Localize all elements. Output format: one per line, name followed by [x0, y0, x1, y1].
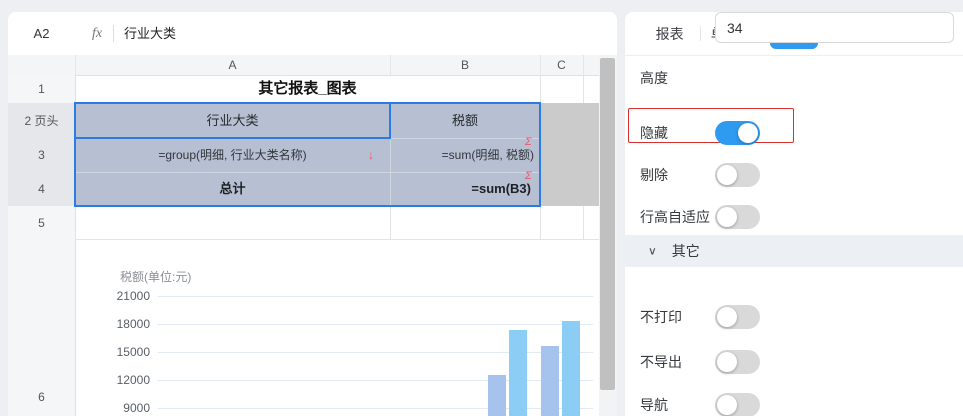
row-header-label: 1 [38, 82, 45, 96]
row-height-autofit-label: 行高自适应 [640, 207, 715, 227]
chart-gridline [158, 324, 593, 325]
row-header-6[interactable]: 6 [8, 240, 76, 416]
tab-report[interactable]: 报表 [639, 19, 700, 49]
y-axis-tick-label: 15000 [100, 345, 150, 359]
no-print-toggle-row: 不打印 [640, 305, 955, 329]
row-height-autofit-toggle[interactable] [715, 205, 760, 229]
y-axis-tick-label: 18000 [100, 317, 150, 331]
column-header-c[interactable]: C [540, 55, 583, 75]
toggle-knob [717, 165, 737, 185]
chart-gridline [158, 408, 593, 409]
height-field-row: 高度 [640, 62, 955, 93]
chart-bar [488, 375, 506, 416]
toggle-knob [717, 307, 737, 327]
select-all-corner[interactable] [8, 55, 76, 75]
column-header-b[interactable]: B [390, 55, 540, 75]
navigation-toggle-row: 导航 [640, 393, 955, 416]
cell-reference-box[interactable]: A2 [8, 12, 75, 55]
no-print-label: 不打印 [640, 307, 715, 327]
row-header-1[interactable]: 1 [8, 75, 76, 104]
hide-label: 隐藏 [640, 123, 715, 143]
other-section-label: 其它 [672, 241, 700, 261]
cell-a3-group-formula[interactable]: =group(明细, 行业大类名称) [75, 138, 390, 172]
tab-label: 报表 [648, 19, 692, 49]
chart-gridline [158, 352, 593, 353]
cell-a1-report-title[interactable]: 其它报表_图表 [75, 75, 540, 103]
y-axis-tick-label: 9000 [100, 401, 150, 415]
chart-bar [509, 330, 527, 416]
row-header-5[interactable]: 5 [8, 206, 76, 241]
cell-b3-sum-formula[interactable]: =sum(明细, 税额) [390, 138, 534, 172]
y-axis-tick-label: 12000 [100, 373, 150, 387]
chevron-down-icon: ∨ [648, 245, 657, 258]
no-export-toggle-row: 不导出 [640, 350, 955, 374]
scrollbar-thumb[interactable] [600, 58, 615, 390]
toggle-knob [717, 207, 737, 227]
formula-bar: A2 fx 行业大类 [8, 12, 617, 56]
row-header-2-pageheader[interactable]: 2 页头 [8, 103, 76, 139]
toggle-knob [738, 123, 758, 143]
formula-input[interactable]: 行业大类 [124, 12, 176, 55]
row-header-label: 2 页头 [24, 112, 58, 129]
row-header-label: 6 [38, 390, 45, 404]
y-axis-tick-label: 21000 [100, 289, 150, 303]
other-section-header[interactable]: ∨ 其它 [625, 235, 963, 267]
navigation-toggle[interactable] [715, 393, 760, 416]
chart-bar [541, 346, 559, 416]
cull-toggle[interactable] [715, 163, 760, 187]
hide-toggle-row: 隐藏 [640, 121, 955, 145]
row-header-4[interactable]: 4 [8, 172, 76, 207]
cull-label: 剔除 [640, 165, 715, 185]
row-header-label: 4 [38, 182, 45, 196]
out-of-range-area [540, 103, 599, 206]
row-header-label: 5 [38, 216, 45, 230]
divider [113, 25, 114, 42]
properties-panel: 报表 单元格 行 列 工作表 高度 隐藏 剔除 行高自适应 ∨ 其它 不打印 不… [625, 12, 963, 416]
no-export-label: 不导出 [640, 352, 715, 372]
cell-b4-sum-formula[interactable]: =sum(B3) [390, 172, 531, 206]
height-input[interactable] [715, 12, 954, 43]
column-header-a[interactable]: A [75, 55, 390, 75]
gridline [583, 55, 584, 75]
chart-gridline [158, 380, 593, 381]
row-header-3[interactable]: 3 [8, 138, 76, 173]
toggle-knob [717, 395, 737, 415]
expand-direction-down-icon: ↓ [368, 138, 374, 172]
chart-title: 税额(单位:元) [120, 268, 191, 285]
height-label: 高度 [640, 68, 715, 88]
hide-toggle[interactable] [715, 121, 760, 145]
cell-b2[interactable]: 税额 [390, 103, 540, 138]
row-header-label: 3 [38, 148, 45, 162]
sum-sigma-icon: Σ [525, 170, 539, 182]
cull-toggle-row: 剔除 [640, 163, 955, 187]
sum-sigma-icon: Σ [525, 136, 539, 148]
navigation-label: 导航 [640, 395, 715, 415]
cell-a4-total-label[interactable]: 总计 [75, 172, 390, 206]
row-height-autofit-toggle-row: 行高自适应 [640, 205, 955, 229]
column-headers: A B C [8, 55, 617, 76]
fx-icon: fx [92, 12, 102, 55]
no-export-toggle[interactable] [715, 350, 760, 374]
no-print-toggle[interactable] [715, 305, 760, 329]
chart-gridline [158, 296, 593, 297]
chart-bar [562, 321, 580, 416]
spreadsheet-panel: A2 fx 行业大类 A B C 1 2 页头 3 4 5 6 其它报表_图表 … [8, 12, 617, 416]
vertical-scrollbar[interactable] [599, 55, 617, 416]
toggle-knob [717, 352, 737, 372]
cell-a2[interactable]: 行业大类 [75, 103, 390, 138]
